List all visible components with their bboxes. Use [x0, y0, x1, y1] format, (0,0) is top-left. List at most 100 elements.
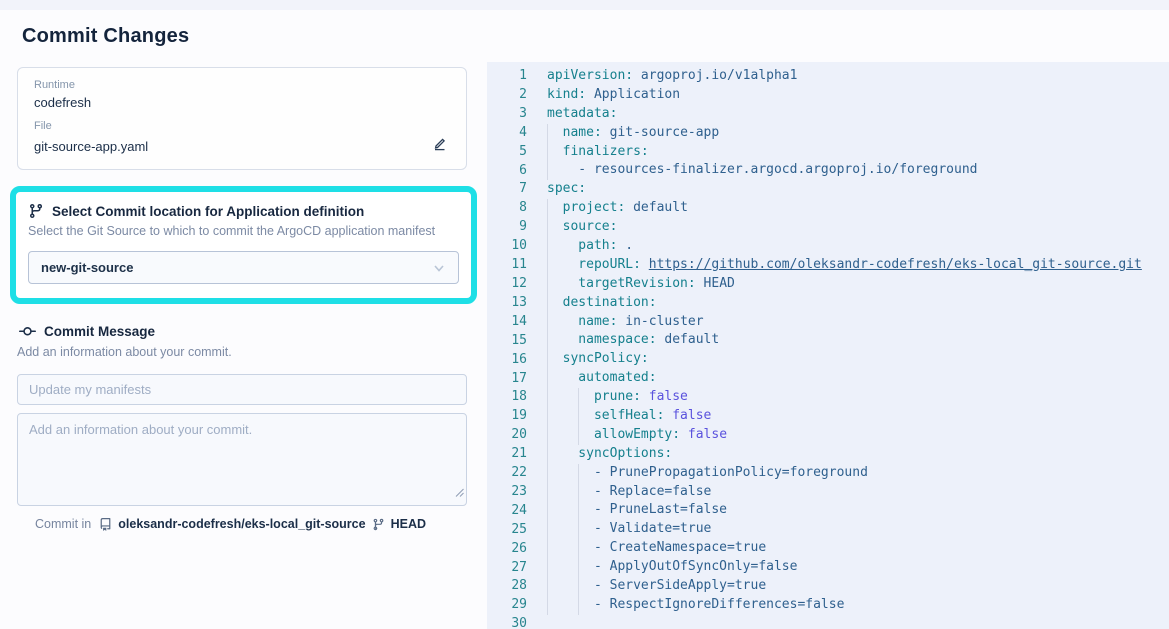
- line-number: 23: [487, 483, 527, 502]
- git-branch-icon: [28, 203, 44, 219]
- code-token-key: allowEmpty:: [547, 427, 680, 442]
- code-line: repoURL: https://github.com/oleksandr-co…: [547, 256, 1169, 275]
- line-number: 29: [487, 596, 527, 615]
- line-number: 11: [487, 256, 527, 275]
- repo-name: oleksandr-codefresh/eks-local_git-source: [118, 517, 365, 531]
- code-line: selfHeal: false: [547, 407, 1169, 426]
- code-line: - Replace=false: [547, 483, 1169, 502]
- code-token-val: - resources-finalizer.argocd.argoproj.io…: [547, 162, 977, 177]
- indent-guide: [547, 294, 548, 313]
- code-line: namespace: default: [547, 331, 1169, 350]
- line-number: 26: [487, 540, 527, 559]
- line-number: 1: [487, 67, 527, 86]
- yaml-editor[interactable]: 1234567891011121314151617181920212223242…: [487, 62, 1169, 629]
- code-token-key: name:: [547, 314, 617, 329]
- indent-guide: [578, 426, 579, 445]
- code-token-val: - RespectIgnoreDifferences=false: [547, 597, 844, 612]
- code-line: source:: [547, 218, 1169, 237]
- edit-file-button[interactable]: [428, 132, 450, 154]
- code-line: name: git-source-app: [547, 124, 1169, 143]
- line-number: 27: [487, 559, 527, 578]
- indent-guide: [547, 218, 548, 237]
- indent-guide: [547, 483, 548, 502]
- commit-target-info: Commit in oleksandr-codefresh/eks-local_…: [35, 517, 467, 531]
- indent-guide: [578, 596, 579, 615]
- page-title: Commit Changes: [22, 25, 487, 48]
- code-line: allowEmpty: false: [547, 426, 1169, 445]
- line-number: 12: [487, 275, 527, 294]
- code-token-key: destination:: [547, 295, 657, 310]
- commit-message-section: Commit Message Add an information about …: [17, 323, 467, 531]
- code-token-key: source:: [547, 219, 617, 234]
- commit-location-highlight: Select Commit location for Application d…: [10, 186, 477, 304]
- indent-guide: [547, 350, 548, 369]
- git-commit-icon: [19, 323, 36, 340]
- code-line: - ServerSideApply=true: [547, 577, 1169, 596]
- indent-guide: [578, 483, 579, 502]
- code-line: - Validate=true: [547, 520, 1169, 539]
- runtime-file-card: Runtime codefresh File git-source-app.ya…: [17, 67, 467, 170]
- indent-guide: [578, 558, 579, 577]
- indent-guide: [578, 539, 579, 558]
- line-number: 3: [487, 105, 527, 124]
- line-number: 22: [487, 464, 527, 483]
- line-number: 17: [487, 370, 527, 389]
- git-source-select[interactable]: new-git-source: [28, 251, 459, 284]
- code-line: syncOptions:: [547, 445, 1169, 464]
- code-line: name: in-cluster: [547, 313, 1169, 332]
- indent-guide: [547, 426, 548, 445]
- code-token-bool: false: [664, 408, 711, 423]
- commit-in-label: Commit in: [35, 517, 91, 531]
- indent-guide: [547, 256, 548, 275]
- code-line: path: .: [547, 237, 1169, 256]
- code-token-key: metadata:: [547, 106, 617, 121]
- repo-url-link[interactable]: https://github.com/oleksandr-codefresh/e…: [649, 257, 1142, 272]
- branch-name: HEAD: [391, 517, 426, 531]
- code-token-key: namespace:: [547, 332, 657, 347]
- code-line: - ApplyOutOfSyncOnly=false: [547, 558, 1169, 577]
- repo-icon: [99, 518, 112, 531]
- indent-guide: [547, 539, 548, 558]
- line-number: 13: [487, 294, 527, 313]
- code-line: apiVersion: argoproj.io/v1alpha1: [547, 67, 1169, 86]
- commit-location-subtitle: Select the Git Source to which to commit…: [28, 224, 463, 238]
- pencil-icon: [431, 135, 447, 151]
- commit-summary-input[interactable]: [17, 374, 467, 405]
- file-label: File: [34, 120, 450, 132]
- indent-guide: [547, 124, 548, 143]
- line-number: 20: [487, 426, 527, 445]
- code-token-key: apiVersion:: [547, 68, 633, 83]
- runtime-label: Runtime: [34, 79, 450, 91]
- line-number: 8: [487, 199, 527, 218]
- code-line: - CreateNamespace=true: [547, 539, 1169, 558]
- indent-guide: [547, 464, 548, 483]
- resize-handle-icon[interactable]: [455, 484, 464, 502]
- code-line: kind: Application: [547, 86, 1169, 105]
- code-line: - PruneLast=false: [547, 501, 1169, 520]
- indent-guide: [547, 407, 548, 426]
- commit-message-title: Commit Message: [44, 324, 155, 339]
- code-token-val: [641, 257, 649, 272]
- code-line: finalizers:: [547, 143, 1169, 162]
- indent-guide: [547, 445, 548, 464]
- code-token-val: git-source-app: [602, 125, 719, 140]
- code-line: metadata:: [547, 105, 1169, 124]
- line-number: 4: [487, 124, 527, 143]
- line-number: 14: [487, 313, 527, 332]
- chevron-down-icon: [432, 261, 446, 275]
- commit-description-textarea[interactable]: [17, 413, 467, 506]
- code-line: automated:: [547, 369, 1169, 388]
- code-line: targetRevision: HEAD: [547, 275, 1169, 294]
- line-number: 2: [487, 86, 527, 105]
- code-token-val: Application: [586, 87, 680, 102]
- indent-guide: [578, 577, 579, 596]
- code-token-key: selfHeal:: [547, 408, 664, 423]
- code-token-key: automated:: [547, 370, 657, 385]
- code-token-key: finalizers:: [547, 144, 649, 159]
- indent-guide: [547, 199, 548, 218]
- code-token-val: argoproj.io/v1alpha1: [633, 68, 797, 83]
- line-number: 9: [487, 218, 527, 237]
- code-token-key: spec:: [547, 181, 586, 196]
- code-lines: apiVersion: argoproj.io/v1alpha1kind: Ap…: [547, 67, 1169, 629]
- code-token-bool: false: [641, 389, 688, 404]
